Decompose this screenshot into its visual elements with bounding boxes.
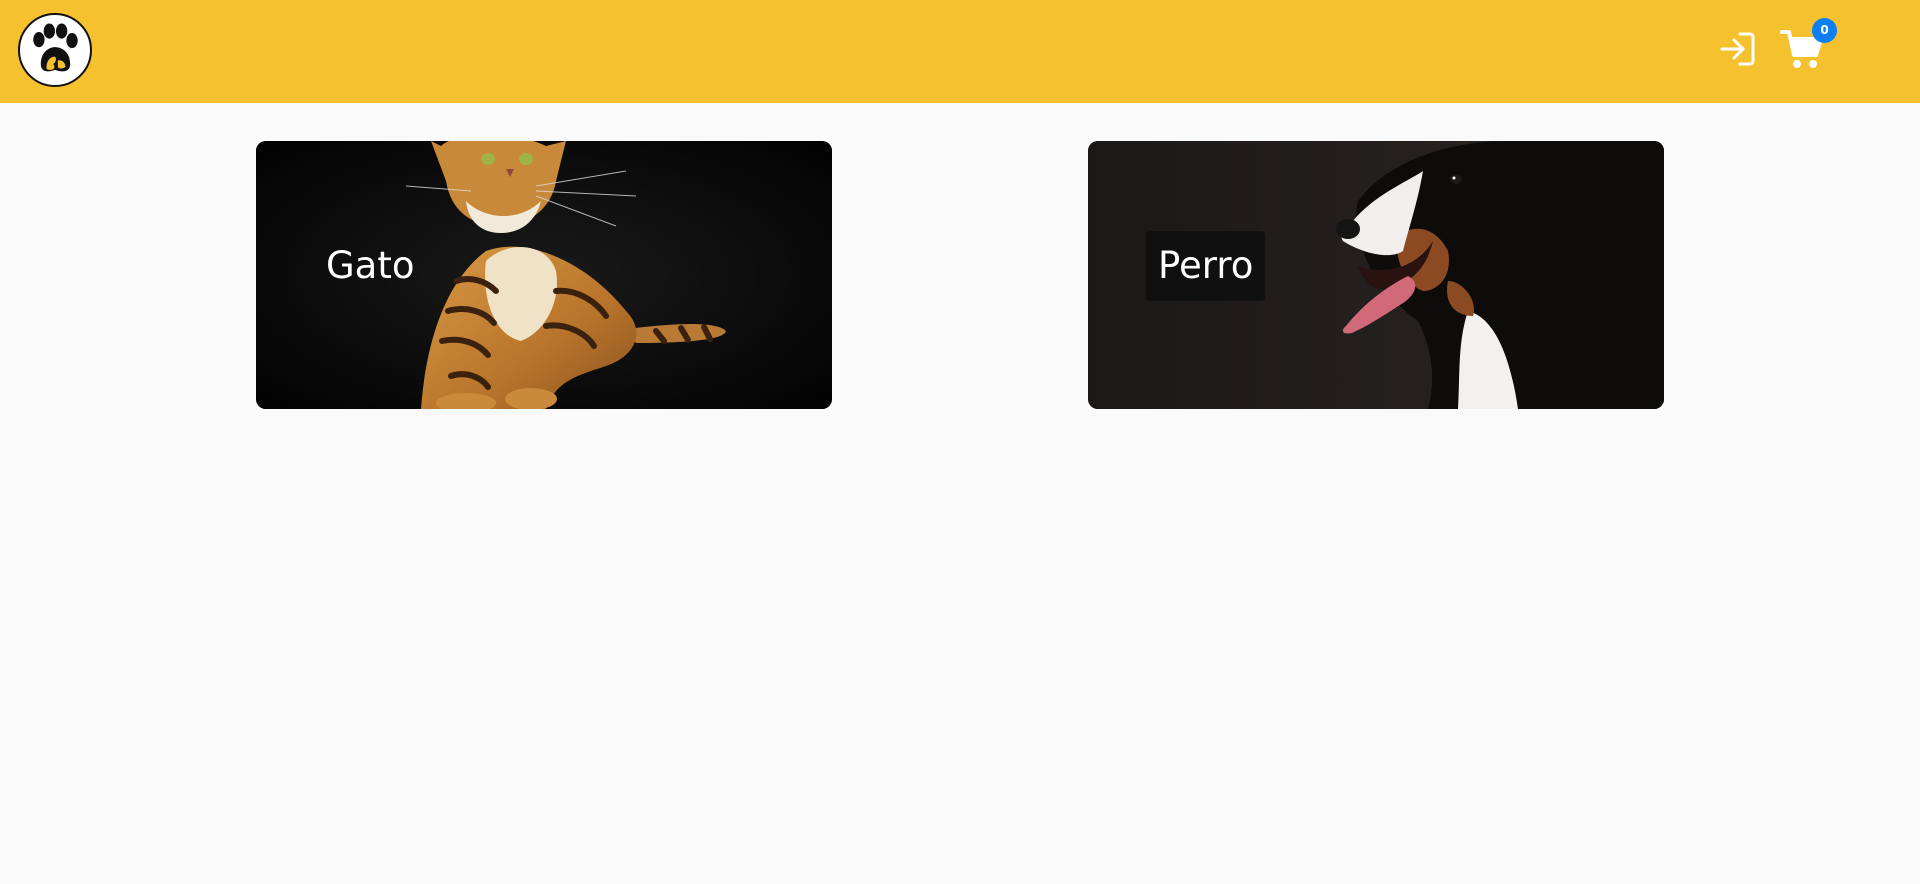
login-icon[interactable] bbox=[1718, 29, 1756, 69]
category-card-perro[interactable]: Perro bbox=[1088, 141, 1664, 409]
category-label: Perro bbox=[1146, 231, 1266, 301]
paw-logo-icon[interactable] bbox=[18, 13, 92, 87]
category-card-gato[interactable]: Gato bbox=[256, 141, 832, 409]
top-bar: 0 bbox=[0, 0, 1920, 103]
cart-count-badge: 0 bbox=[1812, 18, 1837, 43]
category-label: Gato bbox=[326, 244, 415, 287]
